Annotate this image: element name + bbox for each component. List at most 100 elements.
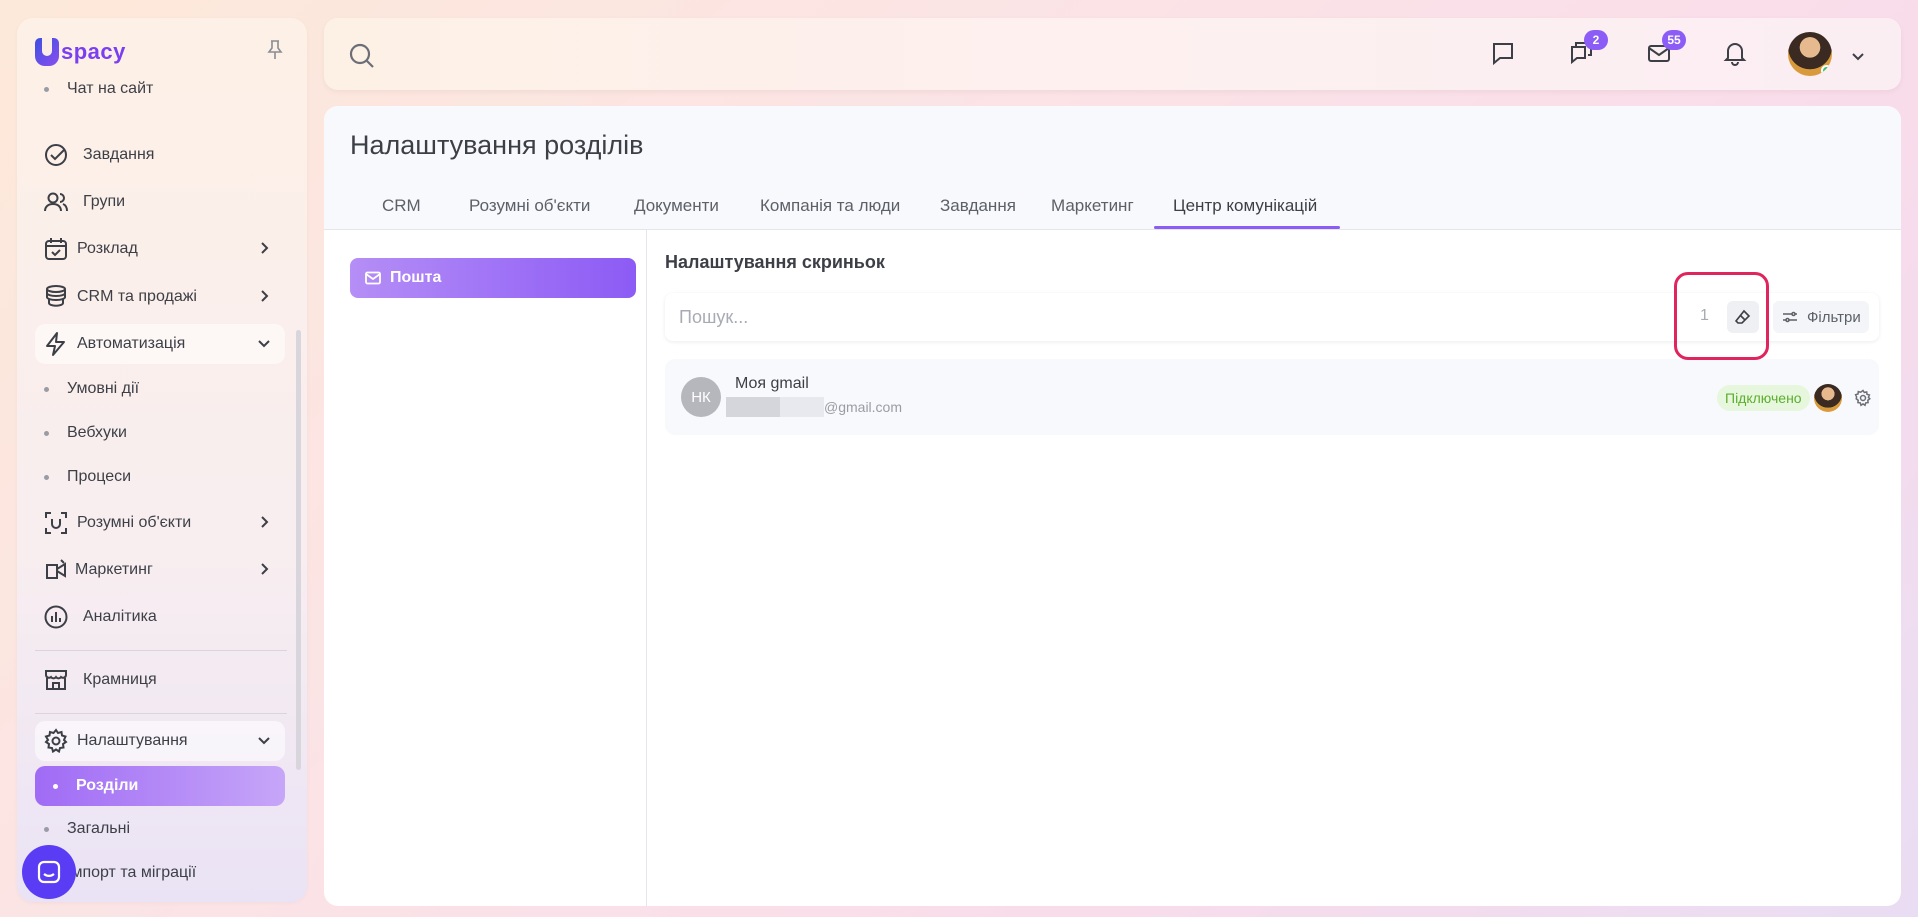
sidebar-item-sections[interactable]: Розділи: [35, 766, 285, 806]
sidebar-item-settings[interactable]: Налаштування: [35, 721, 285, 761]
sidebar-item-schedule[interactable]: Розклад: [35, 229, 285, 269]
gear-icon: [43, 728, 69, 754]
search-placeholder: Пошук...: [679, 307, 749, 327]
sidebar-item-webhooks[interactable]: Вебхуки: [44, 418, 127, 448]
sidebar-divider: [35, 650, 287, 651]
chevron-right-icon: [261, 563, 269, 575]
tab-marketing[interactable]: Маркетинг: [1051, 196, 1134, 216]
sidebar-divider: [35, 713, 287, 714]
sidebar-item-label: CRM та продажі: [77, 288, 197, 305]
chevron-right-icon: [261, 242, 269, 254]
mail-section-button[interactable]: Пошта: [350, 258, 636, 298]
chevron-down-icon: [258, 340, 270, 348]
mailbox-row[interactable]: НК Моя gmail @gmail.com Підключено: [665, 359, 1879, 435]
notifications-button[interactable]: [1720, 38, 1750, 68]
message-square-icon: [1493, 43, 1513, 66]
search-icon[interactable]: [348, 42, 376, 70]
bell-icon: [1723, 43, 1747, 66]
mailbox-name: Моя gmail: [735, 375, 809, 392]
redacted-email-mask: [726, 397, 824, 417]
logo-text: spacy: [61, 39, 126, 64]
page-title: Налаштування розділів: [350, 130, 644, 160]
calendar-icon: [43, 236, 69, 262]
chat-widget-icon: [37, 860, 61, 884]
sidebar-item-label: Умовні дії: [67, 380, 140, 397]
clear-filters-button[interactable]: [1727, 301, 1759, 333]
filters-button[interactable]: Фільтри: [1773, 301, 1869, 333]
chevron-down-icon[interactable]: [1850, 48, 1866, 64]
tab-communications-center[interactable]: Центр комунікацій: [1173, 196, 1317, 216]
bullet-icon: [44, 826, 49, 832]
settings-left-pane: [324, 230, 647, 906]
mail-section-label: Пошта: [390, 269, 442, 286]
bullet-icon: [44, 86, 49, 92]
tab-tasks[interactable]: Завдання: [940, 196, 1016, 216]
sidebar-item-label: Автоматизація: [77, 335, 186, 352]
tab-company-people[interactable]: Компанія та люди: [760, 196, 900, 216]
sidebar-item-general[interactable]: Загальні: [44, 814, 130, 844]
active-tab-indicator: [1154, 226, 1340, 229]
eraser-icon: [1734, 309, 1751, 324]
mailbox-email: @gmail.com: [726, 397, 902, 417]
chevron-right-icon: [261, 516, 269, 528]
tab-documents[interactable]: Документи: [634, 196, 719, 216]
mail-button[interactable]: 55: [1644, 30, 1686, 68]
conversations-button[interactable]: 2: [1566, 30, 1608, 68]
email-domain: @gmail.com: [824, 399, 903, 415]
sidebar-item-label: Чат на сайт: [67, 80, 154, 97]
sidebar-item-label: Розклад: [77, 240, 138, 257]
sidebar-item-label: Розділи: [76, 777, 139, 794]
chevron-down-icon: [258, 737, 270, 745]
sidebar-item-label: Крамниця: [83, 671, 157, 688]
sidebar-scrollbar[interactable]: [296, 330, 301, 770]
sidebar-item-site-chat[interactable]: Чат на сайт: [44, 74, 153, 104]
results-count: 1: [1700, 307, 1709, 324]
sidebar-item-automation[interactable]: Автоматизація: [35, 324, 285, 364]
top-header: 2 55: [324, 18, 1901, 90]
sidebar-item-store[interactable]: Крамниця: [35, 660, 285, 700]
chevron-right-icon: [261, 290, 269, 302]
sidebar-item-groups[interactable]: Групи: [35, 182, 285, 222]
sidebar-item-label: Групи: [83, 193, 126, 210]
bullet-icon: [53, 783, 58, 789]
store-icon: [43, 667, 69, 693]
sidebar-item-processes[interactable]: Процеси: [44, 462, 131, 492]
section-title: Налаштування скриньок: [665, 252, 885, 272]
gear-icon[interactable]: [1854, 389, 1872, 407]
lightning-icon: [43, 331, 69, 357]
coins-icon: [43, 284, 69, 310]
mailbox-avatar: НК: [681, 377, 721, 417]
sidebar-item-label: Маркетинг: [75, 561, 153, 578]
sidebar-item-tasks[interactable]: Завдання: [35, 135, 285, 175]
status-badge: Підключено: [1717, 385, 1810, 411]
user-avatar[interactable]: [1788, 32, 1832, 76]
sidebar-item-smart-objects[interactable]: Розумні об'єкти: [35, 503, 285, 543]
check-circle-icon: [43, 142, 69, 168]
support-chat-button[interactable]: [22, 845, 76, 899]
mailbox-search-input[interactable]: Пошук... 1 Фільтри: [665, 293, 1879, 341]
logo-mark: [35, 38, 59, 66]
scan-icon: [43, 510, 69, 536]
main-panel: Налаштування розділів CRM Розумні об'єкт…: [324, 106, 1901, 906]
online-status-dot: [1821, 65, 1832, 76]
owner-avatar[interactable]: [1814, 384, 1842, 412]
tab-crm[interactable]: CRM: [382, 196, 421, 216]
sidebar-item-label: Загальні: [67, 820, 131, 837]
logo[interactable]: spacy: [35, 38, 126, 66]
sidebar-item-analytics[interactable]: Аналітика: [35, 597, 285, 637]
chat-button[interactable]: [1488, 38, 1518, 68]
sidebar-item-marketing[interactable]: Маркетинг: [35, 550, 285, 590]
sidebar-item-label: Процеси: [67, 468, 132, 485]
sidebar-item-label: Імпорт та міграції: [67, 864, 197, 881]
sidebar-item-conditional-actions[interactable]: Умовні дії: [44, 374, 139, 404]
sidebar-item-label: Вебхуки: [67, 424, 127, 441]
pin-icon[interactable]: [265, 38, 285, 62]
users-icon: [43, 189, 69, 215]
tab-smart-objects[interactable]: Розумні об'єкти: [469, 196, 590, 216]
sidebar-item-crm[interactable]: CRM та продажі: [35, 277, 285, 317]
sidebar-item-label: Завдання: [83, 146, 155, 163]
sidebar-item-label: Налаштування: [77, 732, 188, 749]
chat-count-badge: 2: [1584, 30, 1608, 50]
sidebar-item-label: Аналітика: [83, 608, 157, 625]
mail-icon: [365, 271, 381, 285]
